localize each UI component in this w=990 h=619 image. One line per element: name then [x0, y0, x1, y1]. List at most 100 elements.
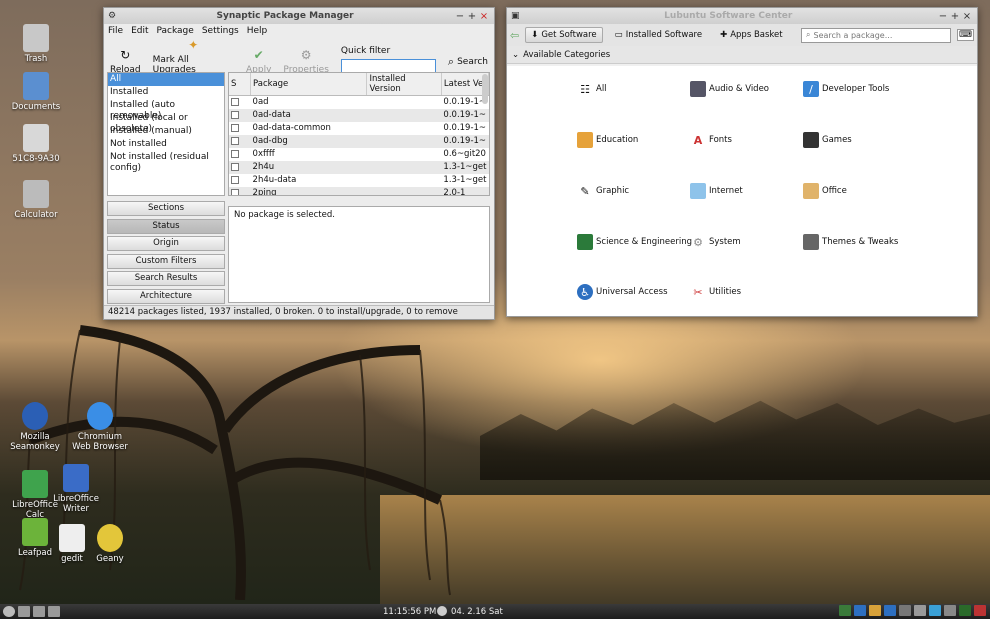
col-package[interactable]: Package	[250, 73, 368, 96]
mark-all-upgrades-button[interactable]: ✦ Mark All Upgrades	[153, 38, 234, 75]
category-developer-tools[interactable]: / Developer Tools	[803, 81, 889, 97]
custom-filters-button[interactable]: Custom Filters	[107, 253, 225, 269]
dropbox-icon[interactable]	[929, 605, 941, 616]
package-search-input[interactable]: ⌕ Search a package...	[801, 27, 951, 43]
origin-button[interactable]: Origin	[107, 236, 225, 251]
category-themes-tweaks[interactable]: Themes & Tweaks	[803, 234, 898, 250]
menu-file[interactable]: File	[108, 26, 123, 36]
tray-keyboard-icon[interactable]	[884, 605, 896, 616]
desktop-icon-seamonkey[interactable]: Mozilla Seamonkey	[7, 402, 63, 452]
desktop-icon-calculator[interactable]: Calculator	[8, 180, 64, 220]
battery-icon[interactable]	[944, 605, 956, 616]
filter-residual-config[interactable]: Not installed (residual config)	[108, 151, 224, 173]
apply-icon: ✔	[253, 48, 264, 62]
category-games[interactable]: Games	[803, 132, 852, 148]
sections-button[interactable]: Sections	[107, 201, 225, 216]
table-row[interactable]: 0ad-data-common 0.0.19-1~	[229, 122, 489, 135]
filter-installed-local-obsolete[interactable]: Installed (local or obsolete)	[108, 112, 224, 134]
tray-app-icon[interactable]	[839, 605, 851, 616]
package-checkbox[interactable]	[231, 97, 239, 106]
category-audio-video[interactable]: Audio & Video	[690, 81, 769, 97]
minimize-icon[interactable]: −	[454, 11, 466, 22]
close-icon[interactable]: ×	[478, 11, 490, 22]
filter-all[interactable]: All	[108, 73, 224, 86]
package-checkbox[interactable]	[231, 136, 239, 145]
synaptic-titlebar[interactable]: ⚙ Synaptic Package Manager − + ×	[104, 8, 494, 24]
desktop-icon-trash[interactable]: Trash	[8, 24, 64, 64]
properties-button[interactable]: ⚙ Properties	[283, 48, 328, 75]
desktop-icon-drive[interactable]: 51C8-9A30	[8, 124, 64, 164]
package-checkbox[interactable]	[231, 175, 239, 184]
tab-installed-software[interactable]: ▭ Installed Software	[609, 27, 708, 43]
menu-settings[interactable]: Settings	[202, 26, 239, 36]
menu-package[interactable]: Package	[157, 26, 194, 36]
logout-icon[interactable]	[974, 605, 986, 616]
tray-updates-icon[interactable]	[869, 605, 881, 616]
category-office[interactable]: Office	[803, 183, 847, 199]
status-button[interactable]: Status	[107, 218, 225, 234]
search-button[interactable]: ⌕ Search	[448, 55, 488, 69]
desktop-icon-chromium[interactable]: Chromium Web Browser	[72, 402, 128, 452]
desktop-icon-writer[interactable]: LibreOffice Writer	[48, 464, 104, 514]
close-icon[interactable]: ×	[961, 11, 973, 22]
filter-installed-auto-removable[interactable]: Installed (auto removable)	[108, 99, 224, 121]
category-fonts[interactable]: A Fonts	[690, 132, 732, 148]
software-center-titlebar[interactable]: ▣ Lubuntu Software Center − + ×	[507, 8, 977, 24]
menu-help[interactable]: Help	[247, 26, 268, 36]
package-checkbox[interactable]	[231, 188, 239, 195]
col-installed-version[interactable]: Installed Version	[366, 73, 442, 96]
files-icon[interactable]	[18, 606, 30, 617]
category-all[interactable]: ☷ All	[577, 81, 606, 97]
apply-button[interactable]: ✔ Apply	[246, 48, 271, 75]
architecture-button[interactable]: Architecture	[107, 288, 225, 304]
clock-time[interactable]: 11:15:56 PM	[383, 607, 436, 617]
table-row[interactable]: 0ad-dbg 0.0.19-1~	[229, 134, 489, 148]
table-row[interactable]: 2ping 2.0-1	[229, 186, 489, 195]
table-row[interactable]: 0xffff 0.6~git20	[229, 148, 489, 161]
windows-icon[interactable]	[48, 606, 60, 617]
table-scrollbar[interactable]	[482, 74, 488, 104]
software-center-toolbar: ⇦ ⬇ Get Software ▭ Installed Software ✚ App…	[507, 24, 977, 46]
tab-apps-basket[interactable]: ✚ Apps Basket	[714, 27, 789, 43]
clock-date[interactable]: 04. 2.16 Sat	[451, 607, 503, 617]
back-arrow-icon[interactable]: ⇦	[510, 29, 519, 42]
tray-browser-icon[interactable]	[854, 605, 866, 616]
package-checkbox[interactable]	[231, 149, 239, 158]
filter-installed[interactable]: Installed	[108, 86, 224, 99]
desktop-icon[interactable]	[33, 606, 45, 617]
reload-button[interactable]: ↻ Reload	[110, 48, 141, 75]
category-internet[interactable]: Internet	[690, 183, 743, 199]
package-checkbox[interactable]	[231, 123, 239, 132]
table-row[interactable]: 2h4u-data 1.3-1~get	[229, 174, 489, 187]
tab-get-software[interactable]: ⬇ Get Software	[525, 27, 603, 43]
search-results-button[interactable]: Search Results	[107, 271, 225, 286]
package-checkbox[interactable]	[231, 110, 239, 119]
taskbar: 11:15:56 PM 04. 2.16 Sat	[0, 604, 990, 619]
col-status[interactable]: S	[229, 73, 252, 96]
trash-icon	[23, 24, 49, 52]
category-utilities[interactable]: ✂ Utilities	[690, 284, 741, 300]
maximize-icon[interactable]: +	[466, 11, 478, 22]
table-row[interactable]: 0ad 0.0.19-1~	[229, 96, 489, 109]
desktop-icon-documents[interactable]: Documents	[8, 72, 64, 112]
category-science[interactable]: Science & Engineering	[577, 234, 692, 250]
maximize-icon[interactable]: +	[949, 11, 961, 22]
filter-installed-manual[interactable]: Installed (manual)	[108, 125, 224, 138]
minimize-icon[interactable]: −	[937, 11, 949, 22]
category-graphic[interactable]: ✎ Graphic	[577, 183, 629, 199]
keyboard-icon[interactable]: ⌨	[957, 29, 974, 41]
category-universal-access[interactable]: ♿ Universal Access	[577, 284, 668, 300]
start-menu-icon[interactable]	[3, 606, 15, 617]
category-system[interactable]: ⚙ System	[690, 234, 741, 250]
chevron-down-icon: ⌄	[512, 49, 520, 60]
table-row[interactable]: 2h4u 1.3-1~get	[229, 160, 489, 174]
menu-edit[interactable]: Edit	[131, 26, 148, 36]
filter-not-installed[interactable]: Not installed	[108, 138, 224, 151]
writer-icon	[63, 464, 89, 492]
package-checkbox[interactable]	[231, 162, 239, 171]
table-row[interactable]: 0ad-data 0.0.19-1~	[229, 108, 489, 122]
network-icon[interactable]	[914, 605, 926, 616]
category-education[interactable]: Education	[577, 132, 638, 148]
desktop-icon-geany[interactable]: Geany	[82, 524, 138, 564]
volume-icon[interactable]	[899, 605, 911, 616]
